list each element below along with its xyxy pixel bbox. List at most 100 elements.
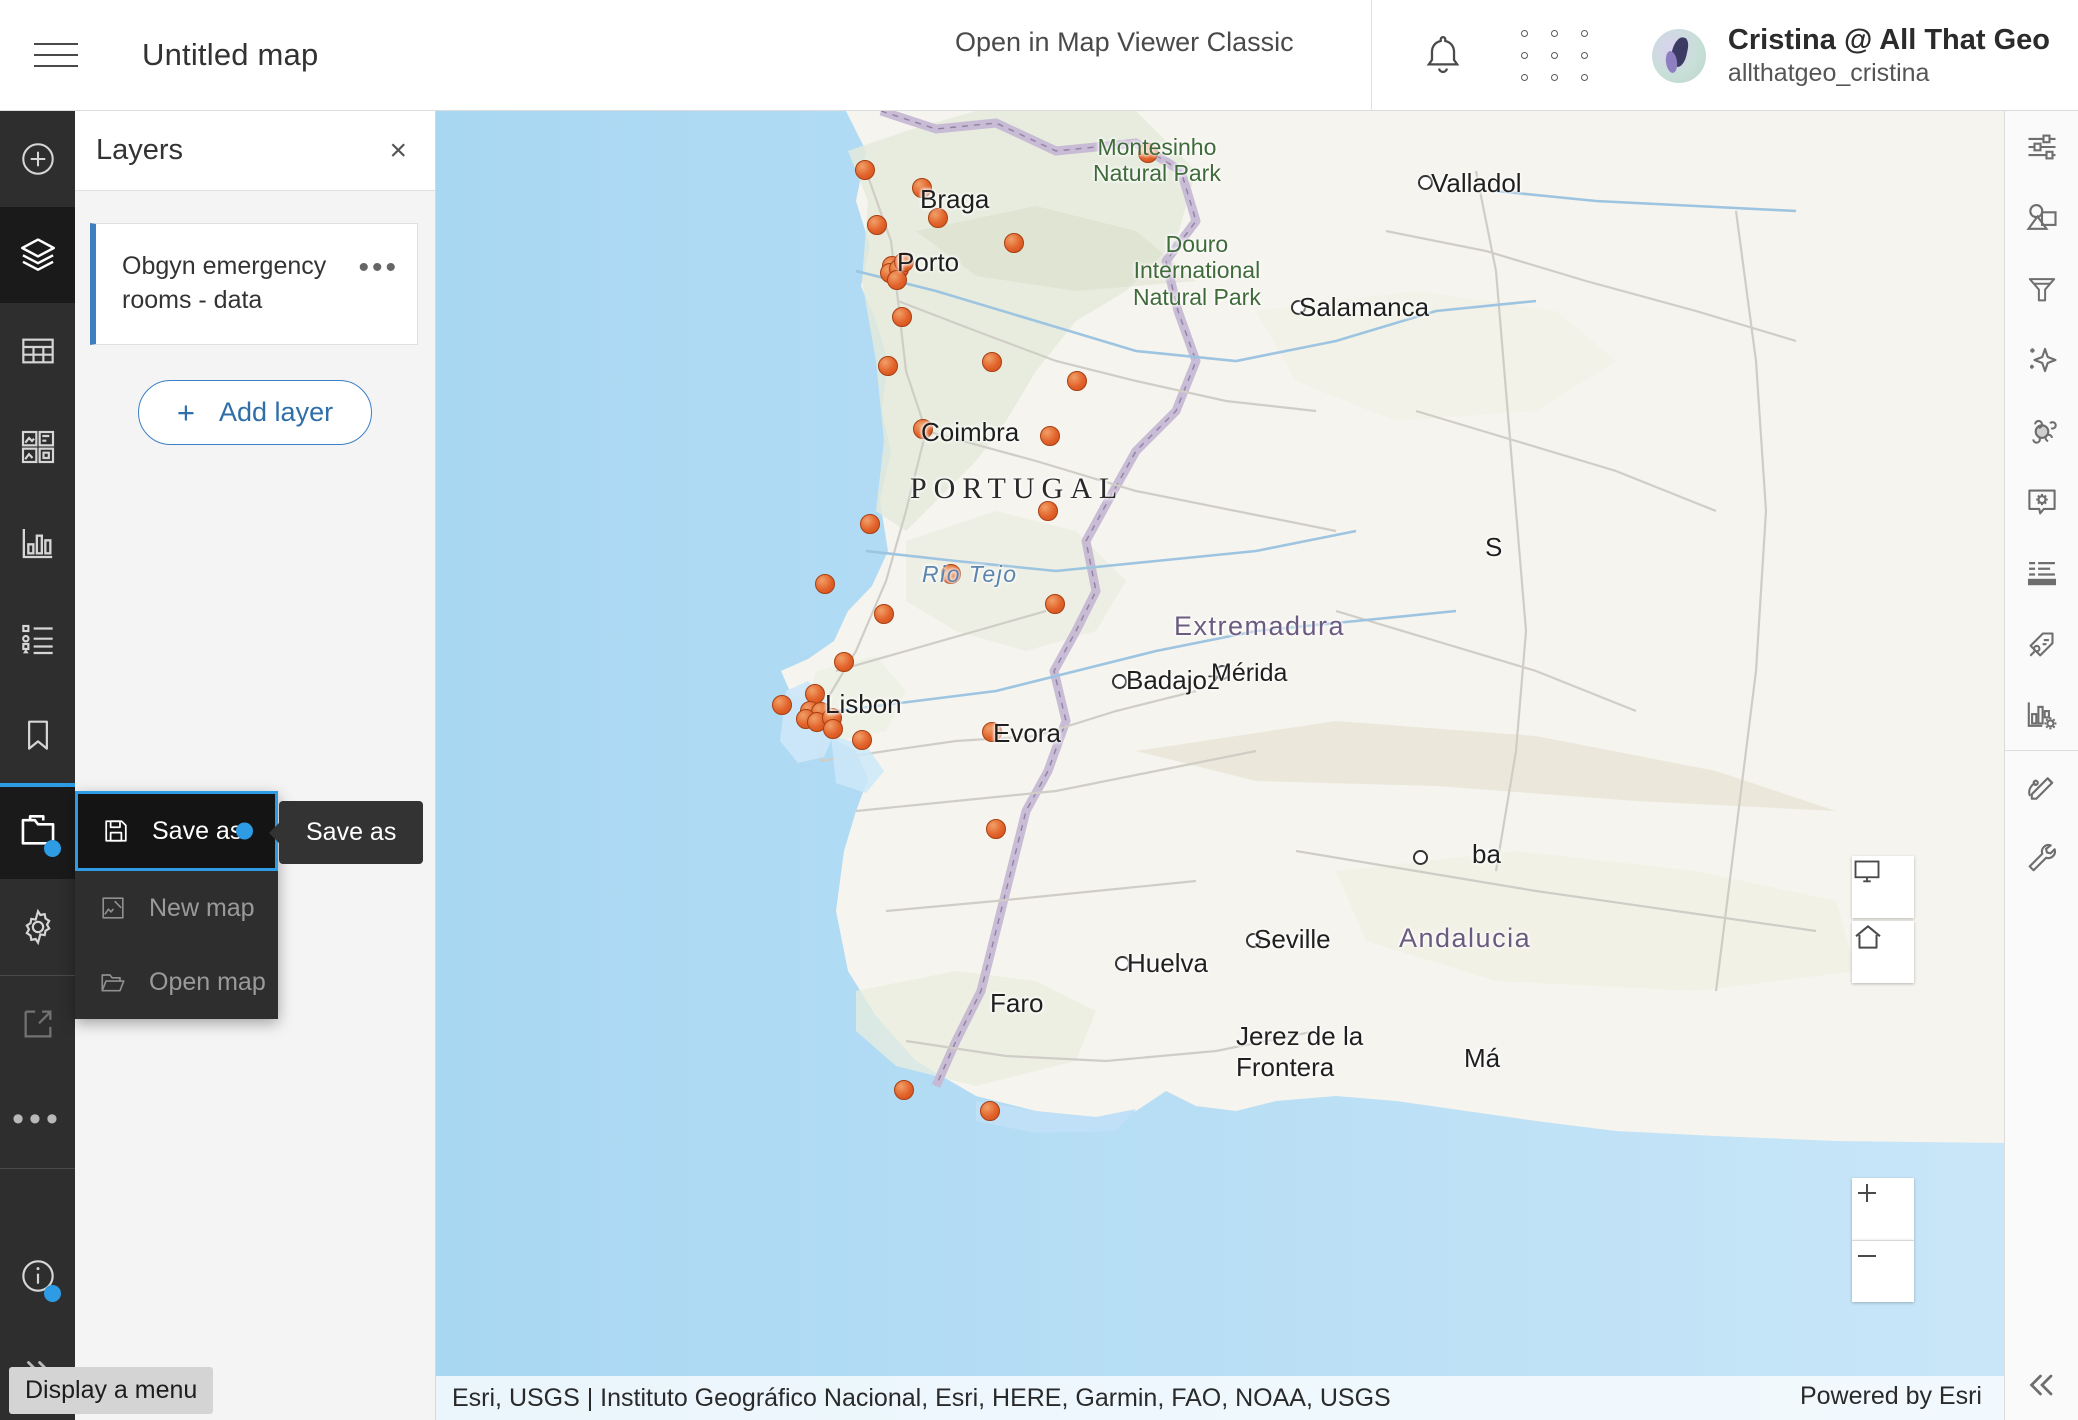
menu-item-open-map[interactable]: Open map	[75, 945, 278, 1019]
map-marker[interactable]	[982, 352, 1002, 372]
map-marker[interactable]	[860, 514, 880, 534]
plus-icon: +	[176, 394, 196, 430]
zoom-controls	[1852, 1178, 1914, 1302]
map-label: S	[1485, 532, 1503, 562]
map-label: Andalucia	[1399, 923, 1532, 953]
sidebar-item-save-and-open[interactable]	[0, 783, 75, 879]
styles-icon[interactable]	[2005, 182, 2078, 253]
save-as-tooltip: Save as	[279, 801, 424, 864]
clustering-icon[interactable]	[2005, 395, 2078, 466]
map-marker[interactable]	[823, 719, 843, 739]
map-label: Badajoz	[1126, 665, 1220, 695]
powered-by-esri: Powered by Esri	[1799, 1382, 1982, 1410]
zoom-out-button[interactable]	[1852, 1240, 1914, 1302]
avatar[interactable]	[1651, 28, 1706, 83]
map-label: Extremadura	[1174, 611, 1346, 641]
properties-icon[interactable]	[2005, 111, 2078, 182]
map-attribution: Esri, USGS | Instituto Geográfico Nacion…	[436, 1376, 2004, 1420]
map-marker[interactable]	[892, 307, 912, 327]
app-launcher-icon[interactable]	[1510, 23, 1600, 89]
map-marker[interactable]	[1067, 371, 1087, 391]
sidebar-item-add[interactable]	[0, 111, 75, 207]
list-item[interactable]: Obgyn emergency rooms - data •••	[90, 223, 418, 345]
bell-icon[interactable]	[1404, 33, 1482, 79]
menu-item-label: Open map	[149, 967, 266, 996]
popups-icon[interactable]	[2005, 466, 2078, 537]
map-marker[interactable]	[980, 1101, 1000, 1121]
sketch-icon[interactable]	[2005, 751, 2078, 822]
home-icon[interactable]	[1852, 921, 1914, 983]
map-marker[interactable]	[1045, 594, 1065, 614]
sidebar-item-share[interactable]	[0, 976, 75, 1072]
user-handle: allthatgeo_cristina	[1727, 59, 1930, 87]
filter-icon[interactable]	[2005, 253, 2078, 324]
open-map-viewer-classic-link[interactable]: Open in Map Viewer Classic	[955, 27, 1294, 58]
map-label: ba	[1472, 839, 1501, 869]
map-label: Valladol	[1431, 168, 1522, 198]
map-marker[interactable]	[1040, 426, 1060, 446]
default-view-icon[interactable]	[1852, 856, 1914, 918]
map-marker[interactable]	[772, 695, 792, 715]
topbar-right-group: Cristina @ All That Geo allthatgeo_crist…	[1370, 0, 2078, 111]
charts-config-icon[interactable]	[2005, 679, 2078, 750]
map-marker[interactable]	[874, 604, 894, 624]
sidebar-item-map-properties[interactable]	[0, 879, 75, 975]
menu-item-label: Save as	[152, 816, 243, 845]
map-marker[interactable]	[852, 730, 872, 750]
tools-icon[interactable]	[2005, 822, 2078, 893]
map-marker[interactable]	[894, 1080, 914, 1100]
layer-name: Obgyn emergency rooms - data	[122, 252, 327, 314]
map-label: Douro International Natural Park	[1133, 231, 1261, 310]
close-icon[interactable]: ×	[383, 130, 413, 172]
map-label: Coimbra	[921, 417, 1020, 447]
fields-icon[interactable]	[2005, 537, 2078, 608]
map-marker[interactable]	[834, 652, 854, 672]
right-toolbar	[2004, 111, 2078, 1420]
map-marker[interactable]	[867, 215, 887, 235]
more-icon: •••	[12, 1100, 63, 1139]
map-marker[interactable]	[815, 574, 835, 594]
top-bar: Untitled map Open in Map Viewer Classic …	[0, 0, 2078, 111]
open-folder-icon	[99, 968, 127, 996]
save-as-status-dot	[236, 822, 253, 840]
map-marker[interactable]	[855, 160, 875, 180]
sidebar-item-layers[interactable]	[0, 207, 75, 303]
sidebar-item-legend[interactable]	[0, 591, 75, 687]
layer-options-icon[interactable]: •••	[358, 250, 399, 283]
map-marker[interactable]	[1004, 233, 1024, 253]
labels-icon[interactable]	[2005, 608, 2078, 679]
save-and-open-menu: Save as New map Open map	[75, 791, 278, 1019]
menu-item-label: New map	[149, 893, 255, 922]
sidebar-item-more[interactable]: •••	[0, 1072, 75, 1168]
map-label: Seville	[1254, 924, 1331, 954]
user-info[interactable]: Cristina @ All That Geo allthatgeo_crist…	[1728, 22, 2050, 90]
map-label: Salamanca	[1299, 292, 1430, 322]
sidebar-item-charts[interactable]	[0, 495, 75, 591]
sidebar-item-bookmarks[interactable]	[0, 687, 75, 783]
zoom-in-button[interactable]	[1852, 1178, 1914, 1240]
user-name: Cristina @ All That Geo	[1727, 23, 2050, 56]
map-label: Braga	[920, 184, 990, 214]
add-layer-label: Add layer	[219, 396, 334, 427]
menu-item-save-as[interactable]: Save as	[75, 791, 278, 871]
menu-item-new-map[interactable]: New map	[75, 871, 278, 945]
rail-spacer	[0, 1169, 75, 1228]
map-label: Rio Tejo	[922, 561, 1018, 587]
map-canvas[interactable]: Montesinho Natural Park Valladol Braga Douro…	[436, 111, 2004, 1420]
add-layer-button[interactable]: + Add layer	[137, 379, 373, 445]
collapse-icon[interactable]	[2005, 1349, 2078, 1420]
map-label: Montesinho Natural Park	[1093, 134, 1221, 187]
sidebar-item-about[interactable]	[0, 1228, 75, 1324]
map-marker[interactable]	[878, 356, 898, 376]
layers-panel-header: Layers ×	[75, 111, 435, 191]
new-map-icon	[99, 894, 127, 922]
hamburger-icon[interactable]	[0, 0, 112, 111]
map-label: Jerez de la Frontera	[1236, 1021, 1364, 1082]
layers-panel: Layers × Obgyn emergency rooms - data ••…	[75, 111, 436, 1420]
sidebar-item-tables[interactable]	[0, 303, 75, 399]
map-marker[interactable]	[986, 819, 1006, 839]
effects-icon[interactable]	[2005, 324, 2078, 395]
sidebar-item-basemap[interactable]	[0, 399, 75, 495]
city-point	[1112, 674, 1127, 689]
map-label: Mérida	[1211, 659, 1288, 687]
